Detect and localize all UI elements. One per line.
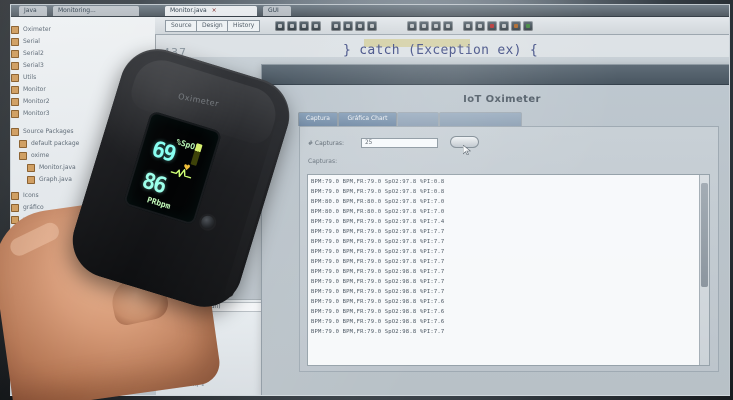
toolbar-icon[interactable] <box>419 21 429 31</box>
captures-scrollbar-thumb[interactable] <box>701 183 708 287</box>
tab-unlabeled-1[interactable] <box>397 112 439 126</box>
tree-item-label: Utils <box>23 74 37 81</box>
captures-scrollbar[interactable] <box>699 175 709 365</box>
photo-scene: Java Monitoring... Monitor.java × GUI Ox… <box>0 0 733 400</box>
toolbar-icon[interactable] <box>523 21 533 31</box>
tree-item-label: Source Packages <box>23 128 74 135</box>
tab-grafica-chart[interactable]: Gráfica Chart <box>338 112 397 126</box>
tree-item-label: oxime <box>31 152 50 159</box>
tree-item-label: default package <box>31 140 80 147</box>
ide-tab-1[interactable]: Java <box>19 6 47 16</box>
tree-item-label: Monitor <box>23 86 46 93</box>
ide-tab-3-label: Monitor.java <box>170 7 207 14</box>
captures-count-label: # Capturas: <box>308 140 345 147</box>
capture-row: BPM:79.0 BPM,FR:79.0 SpO2:98.8 %PI:7.6 <box>311 319 445 325</box>
toolbar-icon[interactable] <box>275 21 285 31</box>
tree-item-label: Serial3 <box>23 62 44 69</box>
folder-icon <box>11 204 19 212</box>
toolbar-icon[interactable] <box>299 21 309 31</box>
folder-icon <box>11 192 19 200</box>
capture-row: BPM:79.0 BPM,FR:79.0 SpO2:98.8 %PI:7.7 <box>311 269 445 275</box>
folder-icon <box>11 26 19 34</box>
ide-tab-4[interactable]: GUI <box>263 6 291 16</box>
folder-icon <box>11 86 19 94</box>
file-icon <box>27 176 35 184</box>
ide-tab-1-label: Java <box>24 7 37 14</box>
capture-row: BPM:79.0 BPM,FR:79.0 SpO2:98.8 %PI:7.6 <box>311 299 445 305</box>
pulse-rate-value: 86 <box>138 168 168 199</box>
captures-heading: Capturas: <box>308 158 338 165</box>
ide-top-tab-strip: Java Monitoring... Monitor.java × GUI <box>11 5 729 17</box>
window-title-bar <box>262 65 729 85</box>
toolbar-icon[interactable] <box>499 21 509 31</box>
pulse-rate-label: PRbpm <box>145 195 172 211</box>
toolbar-icon[interactable] <box>431 21 441 31</box>
oximeter-window: IoT Oximeter Captura Gráfica Chart # Cap… <box>261 64 729 395</box>
capture-row: BPM:79.0 BPM,FR:79.0 SpO2:98.8 %PI:7.7 <box>311 329 445 335</box>
capture-row: BPM:80.0 BPM,FR:80.0 SpO2:97.8 %PI:7.0 <box>311 199 445 205</box>
tree-item-label: Serial <box>23 38 40 45</box>
toolbar-icon[interactable] <box>463 21 473 31</box>
history-button[interactable]: History <box>227 20 261 32</box>
folder-icon <box>11 62 19 70</box>
capture-row: BPM:79.0 BPM,FR:79.0 SpO2:97.8 %PI:7.7 <box>311 259 445 265</box>
tree-item-label: Monitor2 <box>23 98 50 105</box>
window-tabs: Captura Gráfica Chart <box>298 112 528 126</box>
capture-row: BPM:79.0 BPM,FR:79.0 SpO2:97.8 %PI:0.8 <box>311 189 445 195</box>
folder-icon <box>19 140 27 148</box>
tab-unlabeled-2[interactable] <box>439 112 522 126</box>
folder-icon <box>11 98 19 106</box>
folder-icon <box>11 50 19 58</box>
source-button[interactable]: Source <box>165 20 198 32</box>
tree-item-label: Icons <box>23 192 39 199</box>
capture-row: BPM:80.0 BPM,FR:80.0 SpO2:97.8 %PI:7.0 <box>311 209 445 215</box>
capture-row: BPM:79.0 BPM,FR:79.0 SpO2:98.8 %PI:7.7 <box>311 279 445 285</box>
toolbar-icon[interactable] <box>287 21 297 31</box>
close-icon[interactable]: × <box>212 7 217 14</box>
tree-item-label: Graph.java <box>39 176 72 183</box>
capture-row: BPM:79.0 BPM,FR:79.0 SpO2:97.8 %PI:7.7 <box>311 239 445 245</box>
ide-tab-2-label: Monitoring... <box>58 7 96 14</box>
capture-panel: # Capturas: 25 Capturas: BPM:79.0 BPM,FR… <box>299 126 719 372</box>
toolbar-icon[interactable] <box>311 21 321 31</box>
capture-row: BPM:79.0 BPM,FR:79.0 SpO2:97.8 %PI:7.7 <box>311 229 445 235</box>
ide-tab-3[interactable]: Monitor.java × <box>165 6 257 16</box>
toolbar-icon[interactable] <box>331 21 341 31</box>
capture-row: BPM:79.0 BPM,FR:79.0 SpO2:97.8 %PI:7.7 <box>311 249 445 255</box>
code-line: } catch (Exception ex) { <box>343 43 539 58</box>
design-button[interactable]: Design <box>196 20 229 32</box>
tree-item-label: Monitor3 <box>23 110 50 117</box>
folder-icon <box>11 38 19 46</box>
file-icon <box>27 164 35 172</box>
tree-item-label: Serial2 <box>23 50 44 57</box>
capture-row: BPM:79.0 BPM,FR:79.0 SpO2:98.8 %PI:7.6 <box>311 309 445 315</box>
captures-count-field[interactable]: 25 <box>361 138 438 148</box>
toolbar-icon[interactable] <box>511 21 521 31</box>
toolbar-icon[interactable] <box>475 21 485 31</box>
captures-list[interactable]: BPM:79.0 BPM,FR:79.0 SpO2:97.8 %PI:0.8 B… <box>307 174 710 366</box>
folder-icon <box>11 128 19 136</box>
cursor-icon <box>463 145 471 155</box>
tree-item-label: Oximeter <box>23 26 51 33</box>
folder-icon <box>11 74 19 82</box>
folder-icon <box>19 152 27 160</box>
ide-tab-2[interactable]: Monitoring... <box>53 6 139 16</box>
window-title: IoT Oximeter <box>463 94 541 105</box>
toolbar-icon[interactable] <box>355 21 365 31</box>
stop-icon[interactable] <box>487 21 497 31</box>
toolbar-icon[interactable] <box>343 21 353 31</box>
capture-row: BPM:79.0 BPM,FR:79.0 SpO2:98.8 %PI:7.7 <box>311 289 445 295</box>
tab-captura[interactable]: Captura <box>298 112 338 126</box>
ide-toolbar: Source Design History <box>155 17 729 35</box>
toolbar-icon[interactable] <box>443 21 453 31</box>
ide-tab-4-label: GUI <box>268 7 279 14</box>
capture-row: BPM:79.0 BPM,FR:79.0 SpO2:97.8 %PI:7.4 <box>311 219 445 225</box>
tree-item-label: Monitor.java <box>39 164 76 171</box>
toolbar-icon[interactable] <box>367 21 377 31</box>
spo2-value: 69 <box>148 136 178 168</box>
capture-row: BPM:79.0 BPM,FR:79.0 SpO2:97.8 %PI:0.8 <box>311 179 445 185</box>
toolbar-icon[interactable] <box>407 21 417 31</box>
folder-icon <box>11 110 19 118</box>
